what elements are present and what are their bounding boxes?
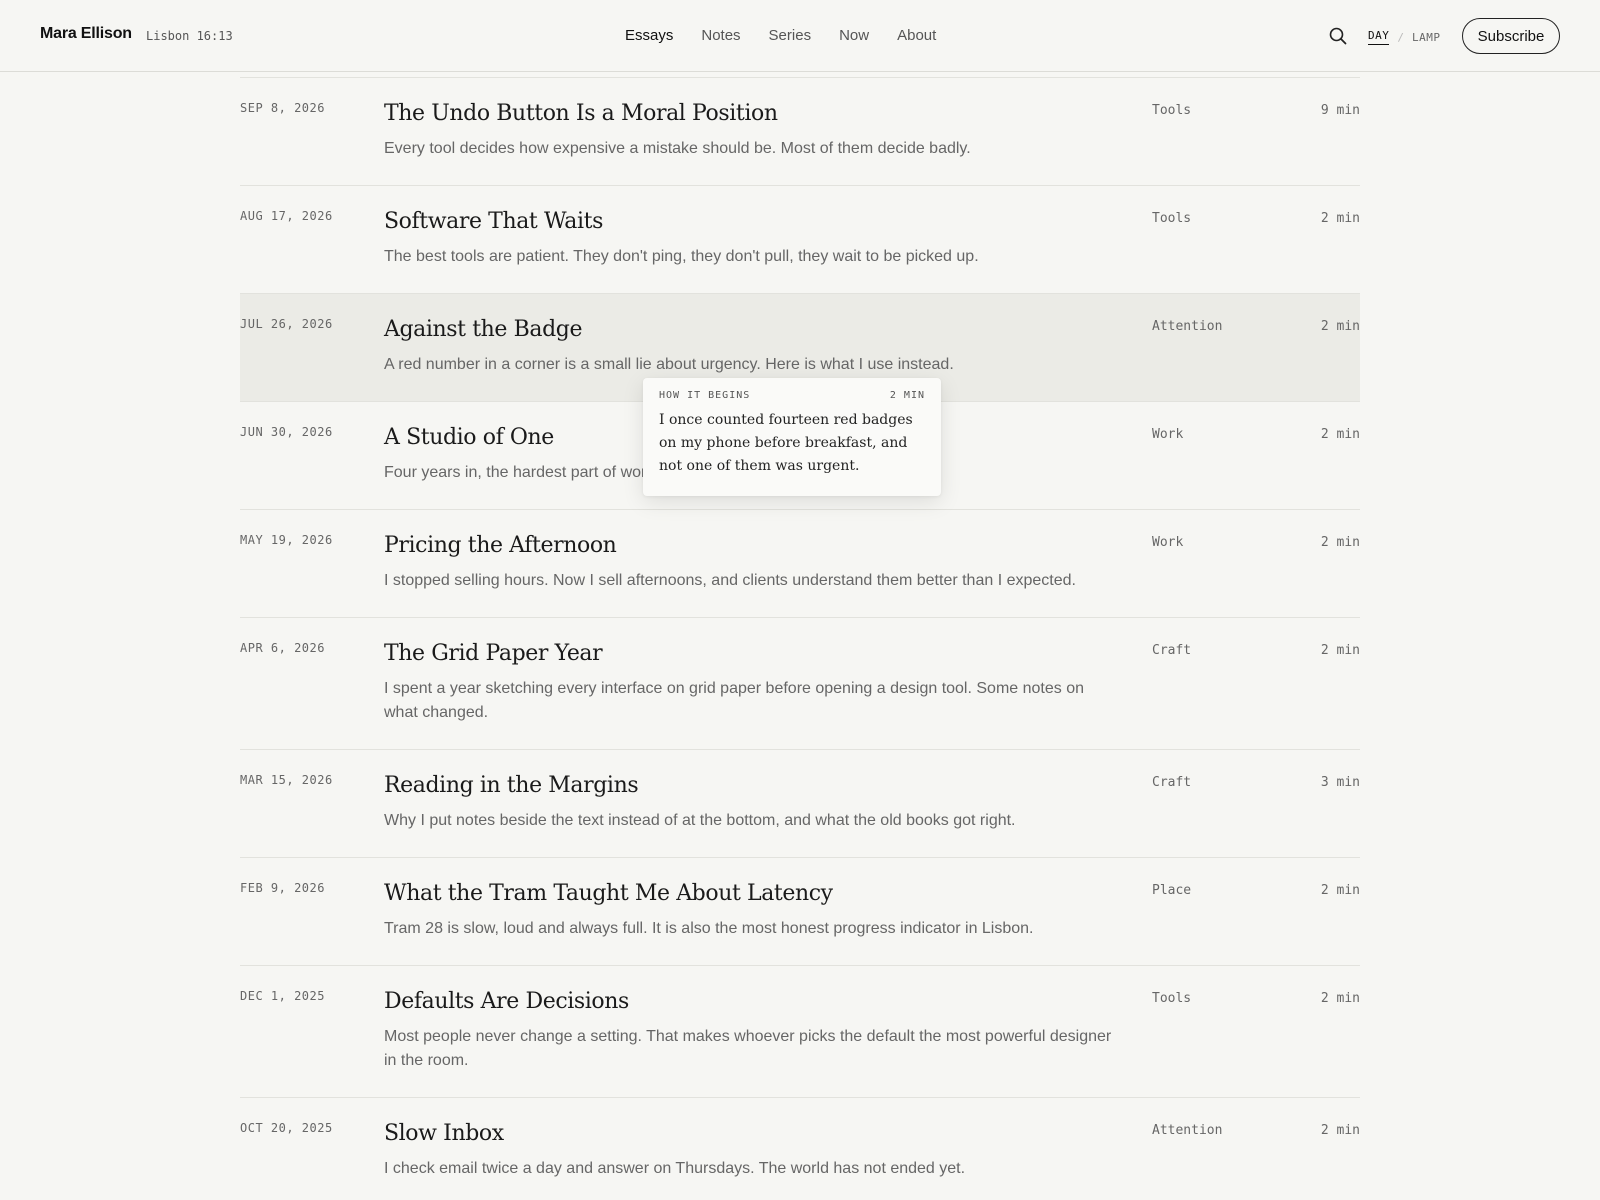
subscribe-button[interactable]: Subscribe [1462, 18, 1560, 54]
essay-excerpt: I stopped selling hours. Now I sell afte… [384, 572, 1076, 589]
essay-tag[interactable]: Tools [1152, 211, 1191, 226]
essay-body: What the Tram Taught Me About Latency Tr… [384, 878, 1114, 941]
nav-about[interactable]: About [897, 27, 936, 44]
essay-row[interactable]: AUG 17, 2026 Software That Waits The bes… [240, 186, 1360, 294]
essay-excerpt: The best tools are patient. They don't p… [384, 248, 979, 265]
essay-row[interactable]: OCT 20, 2025 Slow Inbox I check email tw… [240, 1098, 1360, 1200]
essay-read-time: 2 min [1320, 883, 1360, 898]
essay-title[interactable]: Pricing the Afternoon [384, 530, 1114, 562]
preview-label: HOW IT BEGINS [659, 390, 751, 401]
essay-date: MAY 19, 2026 [240, 533, 333, 547]
essay-read-time: 9 min [1320, 103, 1360, 118]
essay-row[interactable]: APR 6, 2026 The Grid Paper Year I spent … [240, 618, 1360, 750]
nav-now[interactable]: Now [839, 27, 869, 44]
essay-body: Pricing the Afternoon I stopped selling … [384, 530, 1114, 593]
main-nav: Essays Notes Series Now About [625, 27, 936, 44]
essay-row[interactable]: SEP 8, 2026 The Undo Button Is a Moral P… [240, 78, 1360, 186]
essay-body: Reading in the Margins Why I put notes b… [384, 770, 1114, 833]
essay-date: OCT 20, 2025 [240, 1121, 333, 1135]
search-icon[interactable] [1328, 26, 1348, 46]
essay-date: AUG 17, 2026 [240, 209, 333, 223]
theme-day-option[interactable]: DAY [1368, 29, 1390, 45]
essay-title[interactable]: Software That Waits [384, 206, 1114, 238]
nav-essays[interactable]: Essays [625, 27, 673, 44]
essay-read-time: 2 min [1320, 211, 1360, 226]
essay-title[interactable]: Reading in the Margins [384, 770, 1114, 802]
nav-notes[interactable]: Notes [701, 27, 740, 44]
essay-title[interactable]: The Grid Paper Year [384, 638, 1114, 670]
essay-row[interactable]: MAY 19, 2026 Pricing the Afternoon I sto… [240, 510, 1360, 618]
essay-body: Defaults Are Decisions Most people never… [384, 986, 1114, 1073]
essay-read-time: 2 min [1320, 535, 1360, 550]
preview-read-time: 2 MIN [889, 390, 925, 401]
essay-date: APR 6, 2026 [240, 641, 325, 655]
essay-title[interactable]: Defaults Are Decisions [384, 986, 1114, 1018]
essay-date: SEP 8, 2026 [240, 101, 325, 115]
essay-body: Software That Waits The best tools are p… [384, 206, 1114, 269]
essay-tag[interactable]: Attention [1152, 1123, 1222, 1138]
essay-date: MAR 15, 2026 [240, 773, 333, 787]
location-clock: Lisbon 16:13 [146, 29, 233, 43]
essay-read-time: 2 min [1320, 643, 1360, 658]
preview-header: HOW IT BEGINS 2 MIN [659, 390, 925, 401]
essay-excerpt: I spent a year sketching every interface… [384, 680, 1084, 721]
essay-read-time: 3 min [1320, 775, 1360, 790]
theme-toggle: DAY / LAMP [1368, 29, 1441, 45]
essay-body: Against the Badge A red number in a corn… [384, 314, 1114, 377]
essay-title[interactable]: Against the Badge [384, 314, 1114, 346]
essay-tag[interactable]: Craft [1152, 775, 1191, 790]
essay-title[interactable]: The Undo Button Is a Moral Position [384, 98, 1114, 130]
site-brand[interactable]: Mara Ellison [40, 25, 132, 43]
essay-read-time: 2 min [1320, 1123, 1360, 1138]
theme-lamp-option[interactable]: LAMP [1412, 31, 1441, 44]
essay-list: SEP 8, 2026 The Undo Button Is a Moral P… [240, 77, 1360, 1200]
essay-body: Slow Inbox I check email twice a day and… [384, 1118, 1114, 1181]
preview-text: I once counted fourteen red badges on my… [659, 412, 913, 474]
essay-date: FEB 9, 2026 [240, 881, 325, 895]
essay-excerpt: Most people never change a setting. That… [384, 1028, 1112, 1069]
essay-tag[interactable]: Tools [1152, 103, 1191, 118]
essay-tag[interactable]: Work [1152, 535, 1183, 550]
essay-title[interactable]: What the Tram Taught Me About Latency [384, 878, 1114, 910]
theme-separator: / [1397, 30, 1404, 44]
essay-excerpt: Tram 28 is slow, loud and always full. I… [384, 920, 1034, 937]
essay-tag[interactable]: Work [1152, 427, 1183, 442]
essay-tag[interactable]: Place [1152, 883, 1191, 898]
essay-excerpt: Why I put notes beside the text instead … [384, 812, 1016, 829]
essay-excerpt: I check email twice a day and answer on … [384, 1160, 966, 1177]
essay-row[interactable]: DEC 1, 2025 Defaults Are Decisions Most … [240, 966, 1360, 1098]
essay-excerpt: Every tool decides how expensive a mista… [384, 140, 971, 157]
essay-row[interactable]: FEB 9, 2026 What the Tram Taught Me Abou… [240, 858, 1360, 966]
essay-read-time: 2 min [1320, 319, 1360, 334]
essay-tag[interactable]: Tools [1152, 991, 1191, 1006]
nav-series[interactable]: Series [769, 27, 812, 44]
essay-date: JUL 26, 2026 [240, 317, 333, 331]
essay-date: DEC 1, 2025 [240, 989, 325, 1003]
essay-date: JUN 30, 2026 [240, 425, 333, 439]
essay-body: The Grid Paper Year I spent a year sketc… [384, 638, 1114, 725]
essay-read-time: 2 min [1320, 991, 1360, 1006]
essay-excerpt: A red number in a corner is a small lie … [384, 356, 954, 373]
essay-body: The Undo Button Is a Moral Position Ever… [384, 98, 1114, 161]
essay-read-time: 2 min [1320, 427, 1360, 442]
essay-title[interactable]: Slow Inbox [384, 1118, 1114, 1150]
essay-row[interactable]: MAR 15, 2026 Reading in the Margins Why … [240, 750, 1360, 858]
essay-preview-popover: HOW IT BEGINS 2 MIN I once counted fourt… [643, 378, 941, 496]
site-header: Mara Ellison Lisbon 16:13 Essays Notes S… [0, 0, 1600, 72]
essay-tag[interactable]: Attention [1152, 319, 1222, 334]
essay-tag[interactable]: Craft [1152, 643, 1191, 658]
